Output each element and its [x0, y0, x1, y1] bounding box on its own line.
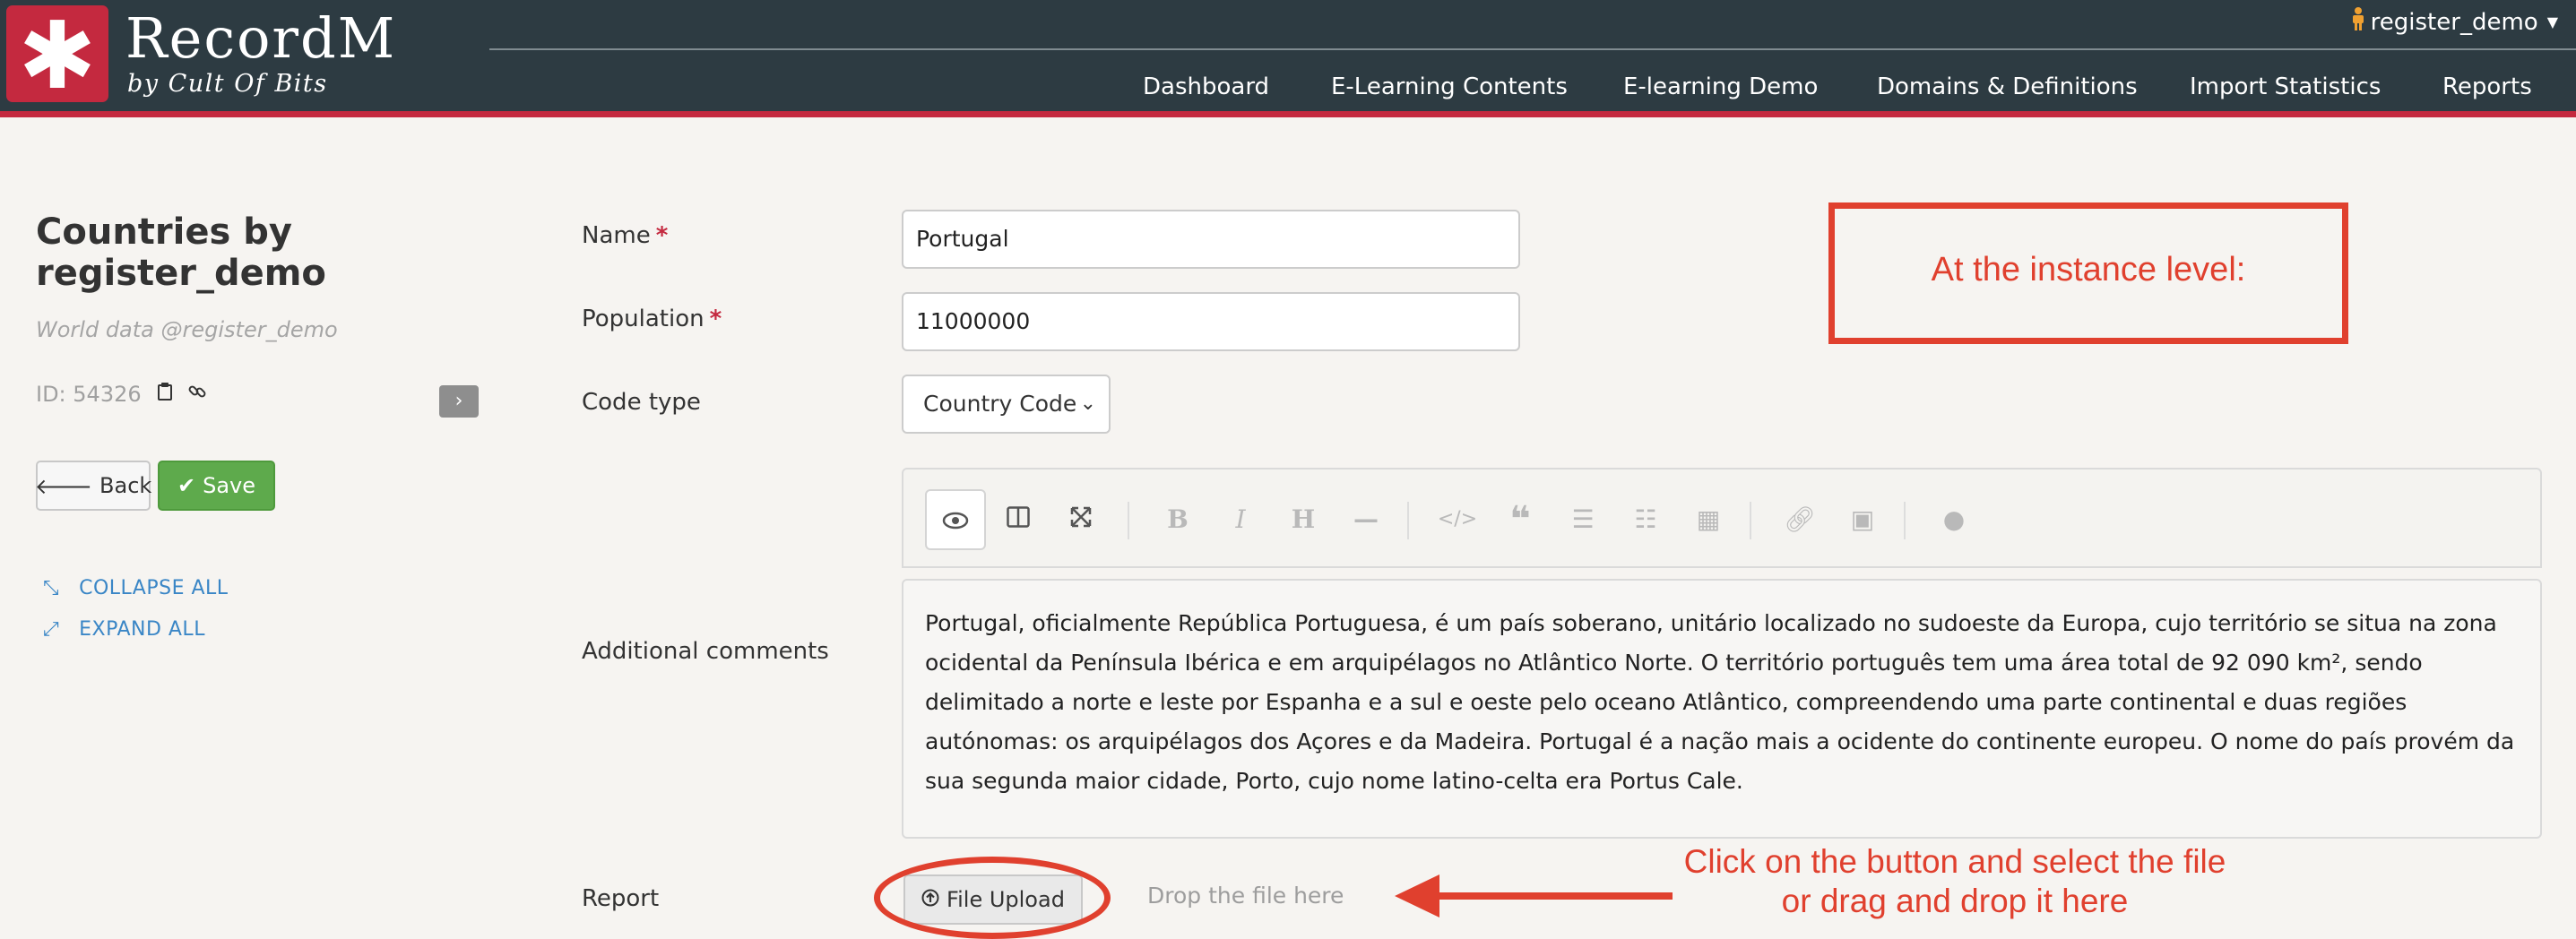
save-button[interactable]: ✔ Save [158, 461, 275, 511]
annotation-upload-hint: Click on the button and select the file … [1655, 842, 2255, 921]
nav-domains-definitions[interactable]: Domains & Definitions [1877, 73, 2138, 100]
comments-editor[interactable]: Portugal, oficialmente República Portugu… [902, 579, 2542, 839]
horizontal-rule-icon[interactable]: — [1336, 489, 1396, 550]
population-input[interactable]: 11000000 [902, 292, 1520, 351]
link-icon[interactable]: 🔗︎ [1769, 489, 1830, 550]
top-header: ✱ RecordM by Cult Of Bits register_demo … [0, 0, 2576, 115]
expand-all-link[interactable]: ⤢ EXPAND ALL [43, 618, 205, 641]
user-menu[interactable]: register_demo ▼ [2351, 7, 2558, 37]
required-marker: * [655, 222, 669, 249]
user-icon [2351, 7, 2365, 37]
nav-elearning-demo[interactable]: E-learning Demo [1623, 73, 1818, 100]
page-title-line2: register_demo [36, 253, 326, 294]
ordered-list-icon[interactable]: ☷ [1615, 489, 1676, 550]
required-marker: * [709, 306, 722, 332]
page-title-line1: Countries by [36, 211, 292, 253]
nav-dashboard[interactable]: Dashboard [1143, 73, 1269, 100]
population-label: Population * [582, 306, 722, 332]
link-icon[interactable] [188, 383, 206, 406]
page-title: Countries by register_demo [36, 211, 326, 294]
annotation-upload-hint-line2: or drag and drop it here [1781, 883, 2129, 919]
instance-id: ID: 54326 [36, 382, 142, 407]
comments-label: Additional comments [582, 638, 829, 665]
nav-elearning-contents[interactable]: E-Learning Contents [1331, 73, 1568, 100]
help-icon[interactable]: ● [1923, 489, 1984, 550]
compress-icon: ⤡ [43, 577, 60, 599]
nav-reports[interactable]: Reports [2442, 73, 2532, 100]
table-icon[interactable]: ▦ [1678, 489, 1739, 550]
chevron-down-icon: ⌄ [1079, 392, 1096, 415]
name-label-text: Name [582, 222, 651, 249]
toolbar-separator [1128, 502, 1129, 539]
report-label: Report [582, 885, 660, 912]
name-input[interactable]: Portugal [902, 210, 1520, 269]
back-button[interactable]: 🡐 Back [34, 461, 152, 511]
collapse-all-label: COLLAPSE ALL [79, 577, 229, 599]
toolbar-separator [1904, 502, 1906, 539]
name-label: Name * [582, 222, 668, 249]
header-accent-stripe [0, 111, 2576, 117]
check-icon: ✔ [177, 473, 196, 498]
annotation-oval [874, 857, 1111, 939]
heading-icon[interactable]: H [1273, 489, 1334, 550]
instance-id-row: ID: 54326 [36, 382, 206, 407]
image-icon[interactable]: ▣ [1832, 489, 1893, 550]
code-type-label: Code type [582, 389, 701, 416]
preview-icon[interactable] [925, 489, 986, 550]
bold-icon[interactable]: B [1147, 489, 1208, 550]
side-by-side-icon[interactable] [988, 489, 1049, 550]
back-button-label: Back [99, 473, 152, 498]
code-icon[interactable]: </> [1427, 489, 1488, 550]
italic-icon[interactable]: I [1210, 489, 1271, 550]
brand-name: RecordM [125, 5, 397, 71]
toolbar-separator [1407, 502, 1409, 539]
caret-down-icon: ▼ [2546, 13, 2558, 30]
annotation-upload-hint-line1: Click on the button and select the file [1683, 843, 2226, 880]
save-button-label: Save [203, 473, 256, 498]
collapse-all-link[interactable]: ⤡ COLLAPSE ALL [43, 577, 229, 599]
code-type-select[interactable]: Country Code ⌄ [902, 375, 1111, 434]
nav-import-statistics[interactable]: Import Statistics [2190, 73, 2381, 100]
clipboard-icon[interactable] [157, 383, 172, 406]
unordered-list-icon[interactable]: ☰ [1552, 489, 1613, 550]
code-type-value: Country Code [923, 391, 1077, 417]
fullscreen-icon[interactable] [1050, 489, 1111, 550]
page-subtitle: World data @register_demo [36, 317, 338, 342]
arrow-left-icon: 🡐 [34, 473, 93, 499]
expand-icon: ⤢ [43, 618, 60, 641]
header-divider [489, 48, 2576, 50]
editor-toolbar: B I H — </> ❝ ☰ ☷ ▦ 🔗︎ ▣ ● [902, 468, 2542, 568]
annotation-arrow-head [1395, 874, 1439, 917]
annotation-arrow-line [1434, 892, 1673, 900]
user-name: register_demo [2370, 8, 2538, 36]
chevron-right-icon[interactable]: › [439, 385, 479, 418]
annotation-instance-level: At the instance level: [1931, 251, 2246, 289]
toolbar-separator [1750, 502, 1751, 539]
quote-icon[interactable]: ❝ [1490, 489, 1551, 550]
file-drop-zone[interactable]: Drop the file here [1147, 883, 1344, 909]
expand-all-label: EXPAND ALL [79, 618, 205, 641]
population-label-text: Population [582, 306, 705, 332]
main-nav: Dashboard E-Learning Contents E-learning… [0, 73, 2576, 106]
